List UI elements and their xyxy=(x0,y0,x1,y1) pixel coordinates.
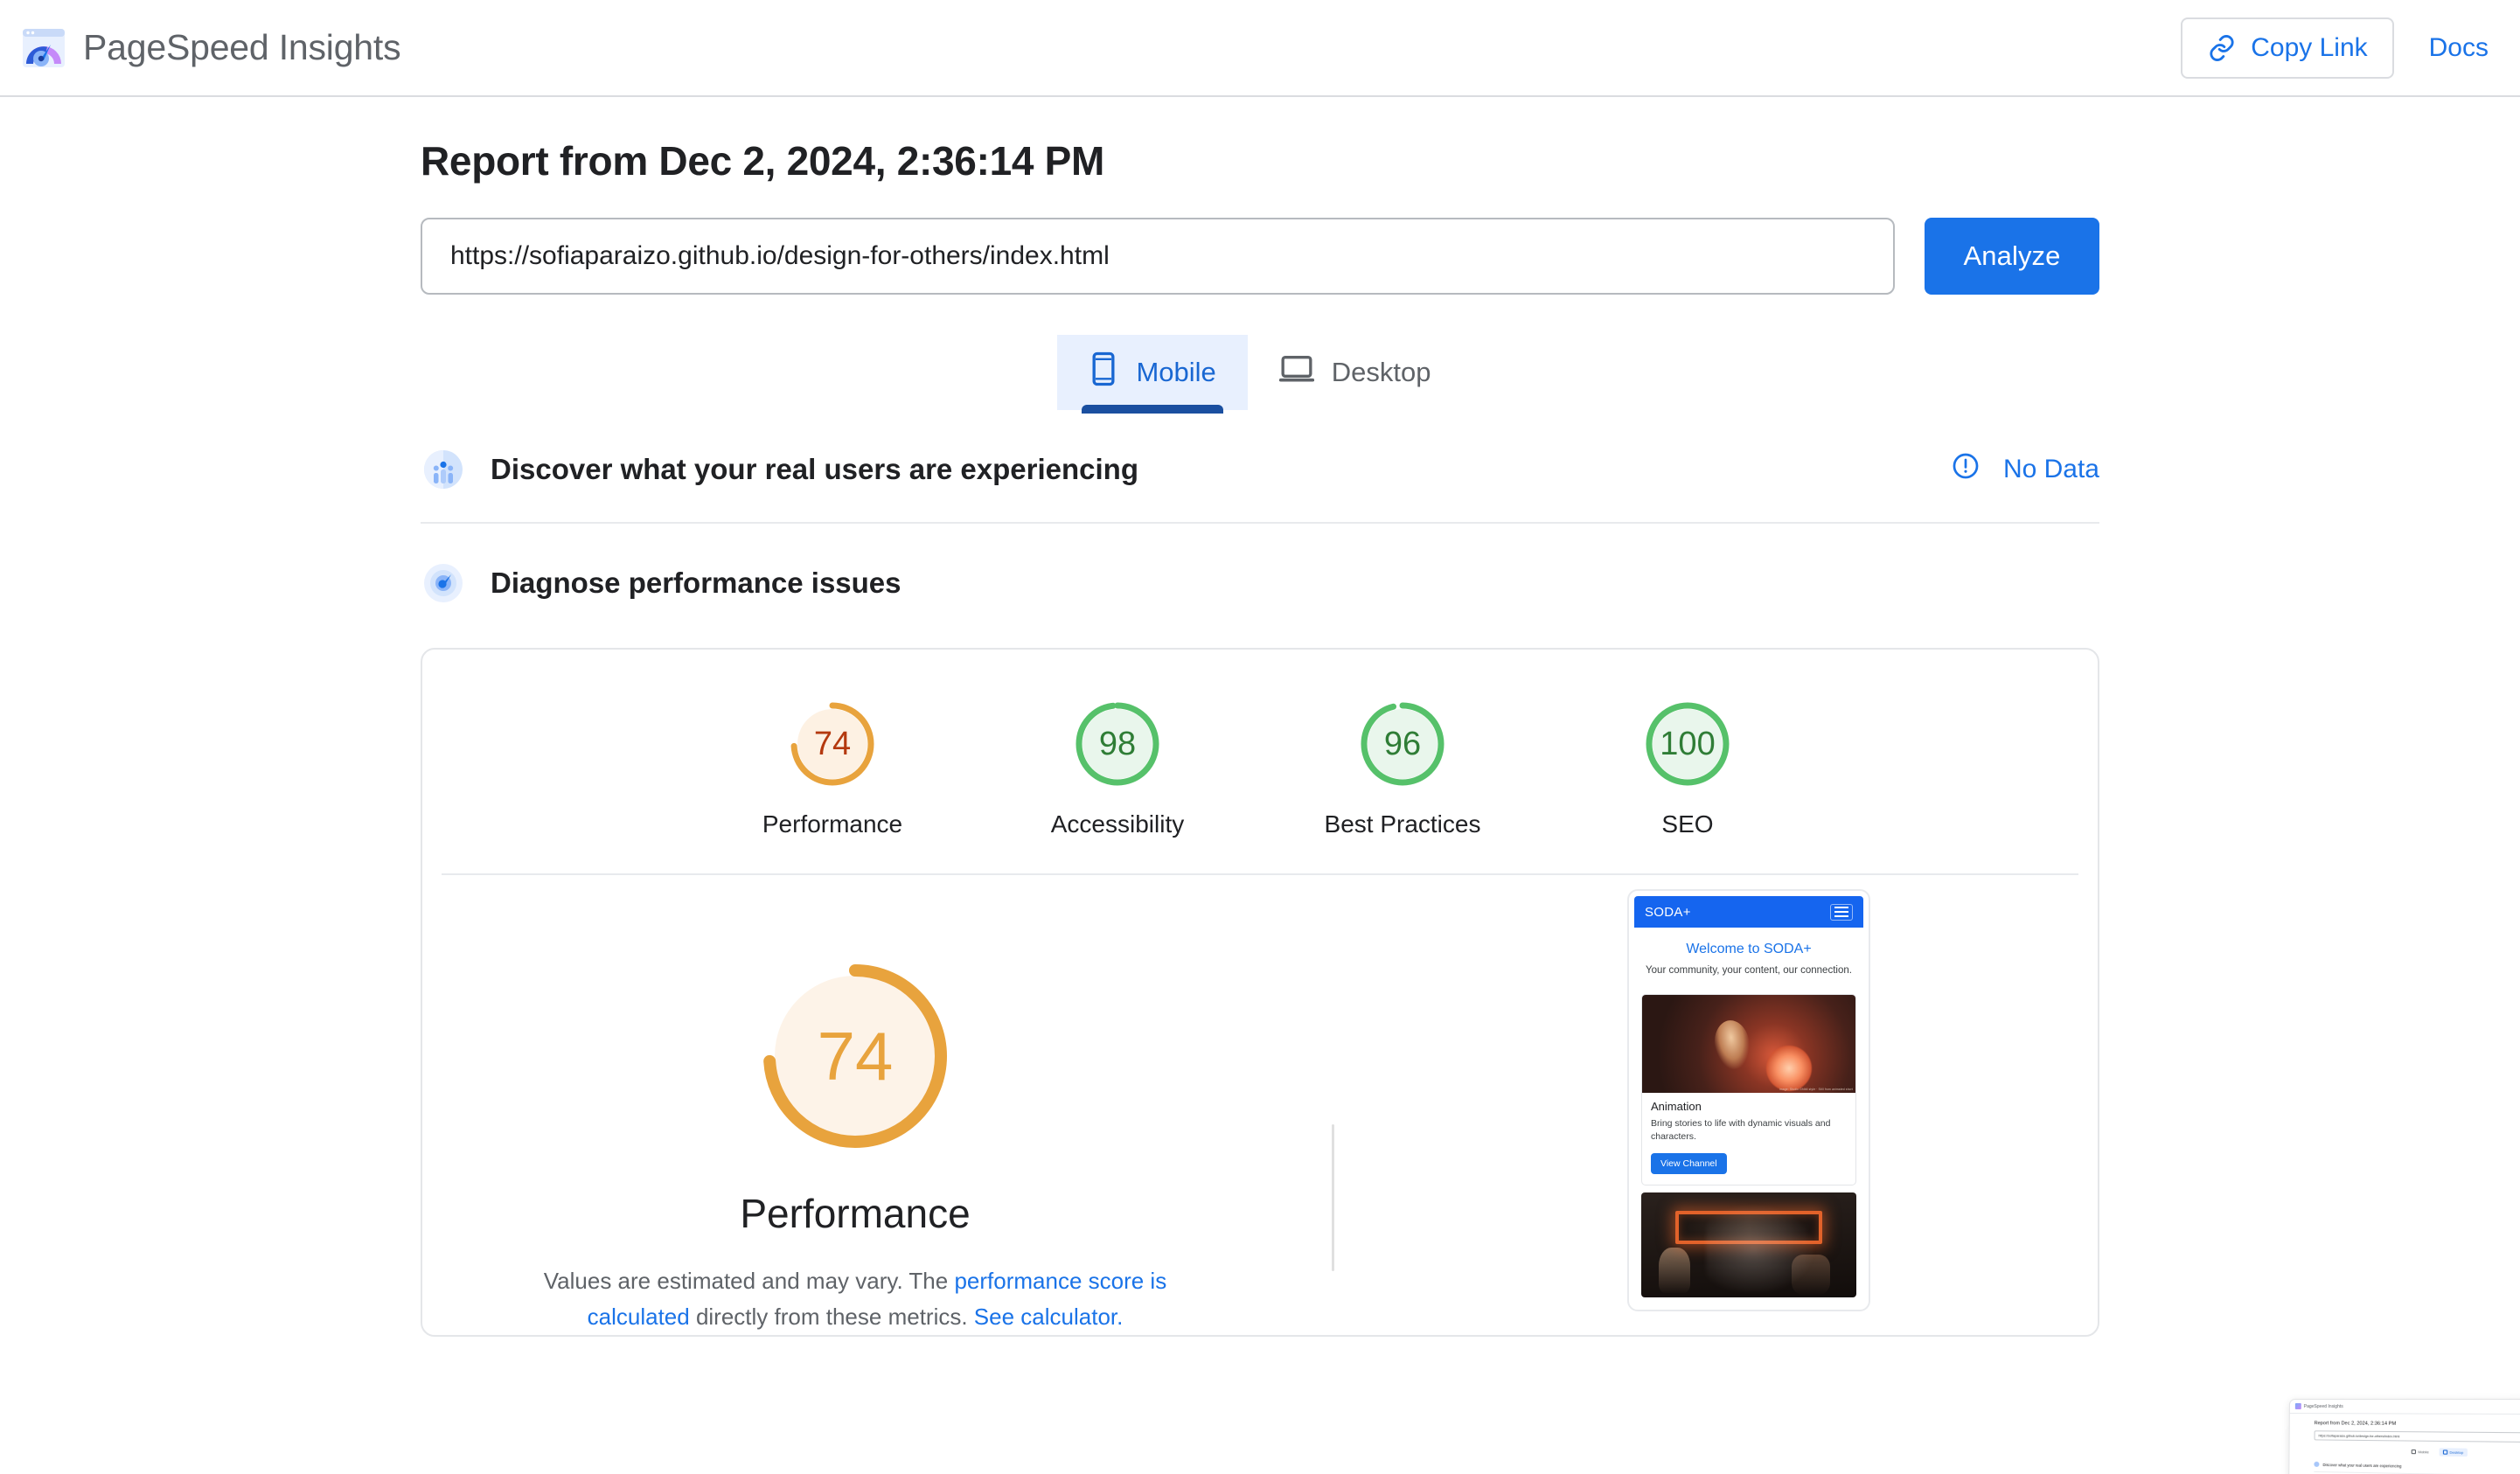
thumbnail-row-field: Discover what your real users are experi… xyxy=(2314,1461,2520,1474)
preview-card-text: Bring stories to life with dynamic visua… xyxy=(1651,1117,1831,1142)
mobile-phone-icon xyxy=(1089,351,1118,393)
thumbnail-field-icon xyxy=(2314,1461,2320,1467)
tab-mobile-label: Mobile xyxy=(1136,357,1216,387)
docs-link[interactable]: Docs xyxy=(2424,24,2494,72)
gauge-label-performance: Performance xyxy=(762,810,903,838)
performance-gauge-large: 74 xyxy=(755,956,956,1157)
analyze-button[interactable]: Analyze xyxy=(1925,218,2099,295)
score-gauge-accessibility[interactable]: 98 Accessibility xyxy=(1030,699,1205,838)
real-users-chart-icon xyxy=(422,448,464,490)
performance-note: Values are estimated and may vary. The p… xyxy=(505,1263,1205,1335)
brand-title: PageSpeed Insights xyxy=(83,27,401,67)
tab-desktop-label: Desktop xyxy=(1331,357,1431,387)
gauge-ring-performance: 74 xyxy=(787,699,878,789)
tab-mobile[interactable]: Mobile xyxy=(1057,335,1248,414)
thumbnail-header: PageSpeed Insights Copy Link Docs xyxy=(2289,1399,2520,1415)
page-screenshot-preview[interactable]: SODA+ Welcome to SODA+ Your community, y… xyxy=(1627,889,1870,1311)
lighthouse-card: 74 Performance 98 Accessibility 96 Best … xyxy=(421,648,2099,1338)
preview-topbar: SODA+ xyxy=(1634,896,1863,928)
pagespeed-logo-icon xyxy=(21,25,66,71)
thumbnail-tab-desktop: Desktop xyxy=(2439,1448,2468,1457)
preview-hero: Welcome to SODA+ Your community, your co… xyxy=(1634,928,1863,989)
info-circle-icon xyxy=(1951,451,1980,488)
desktop-monitor-icon xyxy=(1278,354,1314,391)
performance-section: 74 Performance Values are estimated and … xyxy=(422,875,2098,1335)
score-gauge-best-practices[interactable]: 96 Best Practices xyxy=(1315,699,1490,838)
no-data-label: No Data xyxy=(2002,455,2099,483)
performance-score-value: 74 xyxy=(817,1017,894,1095)
preview-card-title: Animation xyxy=(1651,1099,1702,1113)
preview-content-card: Image: Studio Ghibli style · Still from … xyxy=(1641,993,1856,1185)
gauge-value-seo: 100 xyxy=(1660,725,1716,762)
preview-welcome: Welcome to SODA+ xyxy=(1686,942,1812,956)
thumbnail-mobile-icon xyxy=(2411,1449,2417,1455)
score-gauge-performance[interactable]: 74 Performance xyxy=(745,699,920,838)
preview-second-image xyxy=(1641,1192,1856,1297)
thumbnail-brand: PageSpeed Insights xyxy=(2303,1403,2343,1409)
gauge-ring-accessibility: 98 xyxy=(1072,699,1163,789)
lab-data-section: Diagnose performance issues xyxy=(421,562,2099,604)
brand[interactable]: PageSpeed Insights xyxy=(21,25,401,71)
thumbnail-tab-desktop-label: Desktop xyxy=(2449,1450,2464,1455)
performance-note-text2: directly from these metrics. xyxy=(689,1304,974,1331)
page-title: Report from Dec 2, 2024, 2:36:14 PM xyxy=(421,138,1105,184)
gauge-label-accessibility: Accessibility xyxy=(1050,810,1185,838)
thumbnail-desktop-icon xyxy=(2442,1450,2448,1455)
performance-title: Performance xyxy=(740,1191,971,1236)
thumbnail-tab-mobile: Mobile xyxy=(2408,1448,2433,1457)
gauge-value-best-practices: 96 xyxy=(1383,725,1422,762)
report-thumbnail-overlay: PageSpeed Insights Copy Link Docs Report… xyxy=(2238,1346,2520,1474)
url-input[interactable] xyxy=(421,218,1895,295)
header-actions: Copy Link Docs xyxy=(2181,17,2494,79)
app-header: PageSpeed Insights Copy Link Docs xyxy=(0,0,2520,97)
thumbnail-logo-icon xyxy=(2294,1403,2301,1410)
field-data-section: Discover what your real users are experi… xyxy=(421,448,2099,524)
thumbnail-tab-mobile-label: Mobile xyxy=(2418,1450,2429,1455)
main-content: Report from Dec 2, 2024, 2:36:14 PM Anal… xyxy=(0,97,2520,1338)
diagnose-gauge-icon xyxy=(422,562,464,604)
gauge-ring-seo: 100 xyxy=(1642,699,1733,789)
copy-link-label: Copy Link xyxy=(2251,32,2368,62)
lab-data-label: Diagnose performance issues xyxy=(491,567,901,599)
field-data-label: Discover what your real users are experi… xyxy=(491,453,1139,485)
preview-image-credit: Image: Studio Ghibli style · Still from … xyxy=(1779,1087,1853,1091)
thumbnail-url: https://sofiaparaizo.github.io/design-fo… xyxy=(2314,1430,2520,1443)
link-icon xyxy=(2207,33,2237,63)
gauge-value-accessibility: 98 xyxy=(1098,725,1137,762)
preview-view-channel-button: View Channel xyxy=(1651,1152,1727,1174)
gauge-ring-best-practices: 96 xyxy=(1357,699,1448,789)
device-tabs: Mobile Desktop xyxy=(421,335,2099,414)
url-form: Analyze xyxy=(421,218,2099,295)
thumbnail-row1-label: Discover what your real users are experi… xyxy=(2322,1462,2402,1469)
preview-tagline: Your community, your content, our connec… xyxy=(1646,965,1852,976)
gauge-label-best-practices: Best Practices xyxy=(1324,810,1481,838)
gauge-value-performance: 74 xyxy=(813,725,852,762)
copy-link-button[interactable]: Copy Link xyxy=(2181,17,2394,79)
gauge-label-seo: SEO xyxy=(1661,810,1714,838)
vertical-divider xyxy=(1332,1124,1334,1271)
preview-card-image: Image: Studio Ghibli style · Still from … xyxy=(1642,994,1855,1093)
score-gauges: 74 Performance 98 Accessibility 96 Best … xyxy=(422,650,2098,873)
performance-summary: 74 Performance Values are estimated and … xyxy=(422,956,1279,1335)
no-data-status[interactable]: No Data xyxy=(1951,451,2099,488)
performance-note-text1: Values are estimated and may vary. The xyxy=(543,1268,955,1294)
tab-desktop[interactable]: Desktop xyxy=(1248,335,1463,410)
see-calculator-link[interactable]: See calculator. xyxy=(974,1304,1124,1330)
hamburger-menu-icon xyxy=(1830,903,1853,921)
score-gauge-seo[interactable]: 100 SEO xyxy=(1600,699,1775,838)
preview-brand: SODA+ xyxy=(1645,904,1691,920)
thumbnail-title: Report from Dec 2, 2024, 2:36:14 PM xyxy=(2314,1421,2397,1427)
